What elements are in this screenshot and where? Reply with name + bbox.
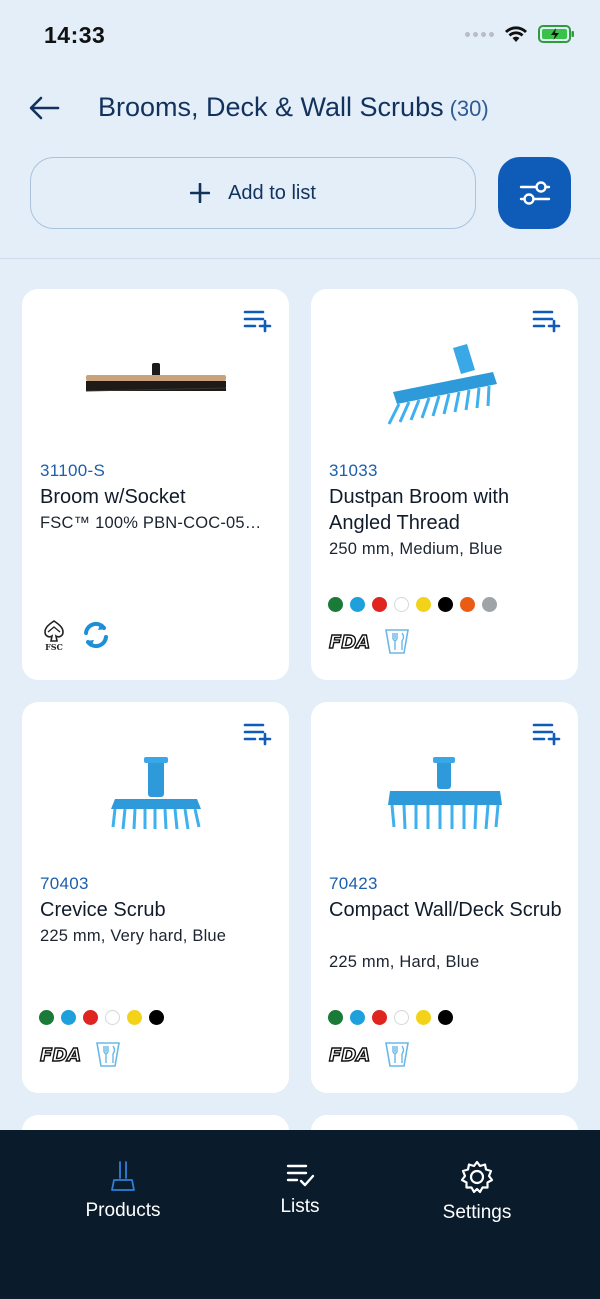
product-code: 31033 [329, 461, 378, 480]
tab-bar: Products Lists Settings [0, 1130, 600, 1299]
food-safe-badge-icon [385, 629, 409, 654]
battery-icon [538, 25, 574, 43]
color-swatch [83, 1010, 98, 1025]
page-title-text: Brooms, Deck & Wall Scrubs [98, 92, 444, 122]
color-swatch [328, 1010, 343, 1025]
fda-badge-icon: FDA [328, 631, 371, 652]
tab-lists[interactable]: Lists [225, 1160, 375, 1218]
color-swatches [39, 1010, 164, 1025]
product-description: 225 mm, Hard, Blue [329, 953, 480, 971]
svg-text:FDA: FDA [40, 1045, 81, 1065]
color-swatch [460, 597, 475, 612]
product-description: 225 mm, Very hard, Blue [40, 927, 227, 945]
food-safe-badge-icon [385, 1042, 409, 1067]
color-swatch [394, 1010, 409, 1025]
color-swatch [127, 1010, 142, 1025]
product-card[interactable]: 31100-S Broom w/Socket FSC™ 100% PBN-COC… [22, 289, 289, 680]
list-check-icon [286, 1164, 315, 1187]
product-image [22, 738, 289, 858]
product-code: 70403 [40, 874, 89, 893]
filter-icon [519, 181, 550, 205]
status-bar: 14:33 [0, 0, 600, 70]
broom-icon [111, 1161, 135, 1191]
fda-badge-icon: FDA [39, 1044, 82, 1065]
product-name: Crevice Scrub [40, 899, 166, 921]
svg-text:FDA: FDA [329, 1045, 370, 1065]
product-name: Broom w/Socket [40, 486, 186, 508]
tab-products[interactable]: Products [48, 1160, 198, 1222]
badges: FDA [39, 1040, 121, 1068]
product-name: Compact Wall/Deck Scrub [329, 899, 562, 921]
product-count: (30) [449, 96, 489, 121]
color-swatch [39, 1010, 54, 1025]
badges: FSC [39, 619, 111, 651]
color-swatch [416, 597, 431, 612]
wifi-icon [505, 26, 527, 42]
color-swatches [328, 597, 497, 612]
badges: FDA [328, 627, 410, 655]
status-icons [465, 24, 576, 44]
fsc-badge-icon: FSC [44, 620, 64, 651]
back-arrow-icon [29, 96, 60, 120]
product-name: Dustpan Broom with Angled Thread [329, 486, 510, 534]
product-description: FSC™ 100% PBN-COC-05… [40, 514, 262, 532]
product-image [22, 325, 289, 445]
signal-icon [465, 31, 494, 37]
svg-text:FDA: FDA [329, 632, 370, 652]
color-swatch [372, 1010, 387, 1025]
product-card[interactable]: 70403 Crevice Scrub 225 mm, Very hard, B… [22, 702, 289, 1093]
color-swatches [328, 1010, 453, 1025]
svg-text:FSC: FSC [45, 642, 63, 651]
filter-button[interactable] [498, 157, 571, 229]
product-image [311, 738, 578, 858]
color-swatch [105, 1010, 120, 1025]
color-swatch [438, 597, 453, 612]
add-to-list-button[interactable]: Add to list [30, 157, 476, 229]
color-swatch [416, 1010, 431, 1025]
back-button[interactable] [26, 90, 62, 126]
gear-icon [460, 1160, 494, 1194]
tab-settings[interactable]: Settings [402, 1160, 552, 1224]
tab-products-label: Products [85, 1200, 161, 1221]
status-time: 14:33 [44, 22, 106, 48]
product-card[interactable]: 31033 Dustpan Broom with Angled Thread 2… [311, 289, 578, 680]
tab-lists-label: Lists [280, 1196, 320, 1217]
color-swatch [149, 1010, 164, 1025]
food-safe-badge-icon [96, 1042, 120, 1067]
color-swatch [328, 597, 343, 612]
color-swatch [350, 1010, 365, 1025]
plus-icon [190, 183, 211, 203]
product-code: 31100-S [40, 461, 106, 480]
badges: FDA [328, 1040, 410, 1068]
product-code: 70423 [329, 874, 378, 893]
color-swatch [350, 597, 365, 612]
add-to-list-label: Add to list [228, 181, 316, 204]
color-swatch [61, 1010, 76, 1025]
color-swatch [394, 597, 409, 612]
tab-settings-label: Settings [442, 1202, 512, 1223]
fda-badge-icon: FDA [328, 1044, 371, 1065]
color-swatch [438, 1010, 453, 1025]
color-swatch [482, 597, 497, 612]
page-title: Brooms, Deck & Wall Scrubs (30) [98, 92, 489, 123]
divider [0, 258, 600, 259]
product-description: 250 mm, Medium, Blue [329, 540, 503, 558]
product-card[interactable]: 70423 Compact Wall/Deck Scrub 225 mm, Ha… [311, 702, 578, 1093]
recycle-badge-icon [84, 621, 108, 649]
color-swatch [372, 597, 387, 612]
product-image [311, 325, 578, 445]
header: Brooms, Deck & Wall Scrubs (30) [0, 82, 600, 134]
